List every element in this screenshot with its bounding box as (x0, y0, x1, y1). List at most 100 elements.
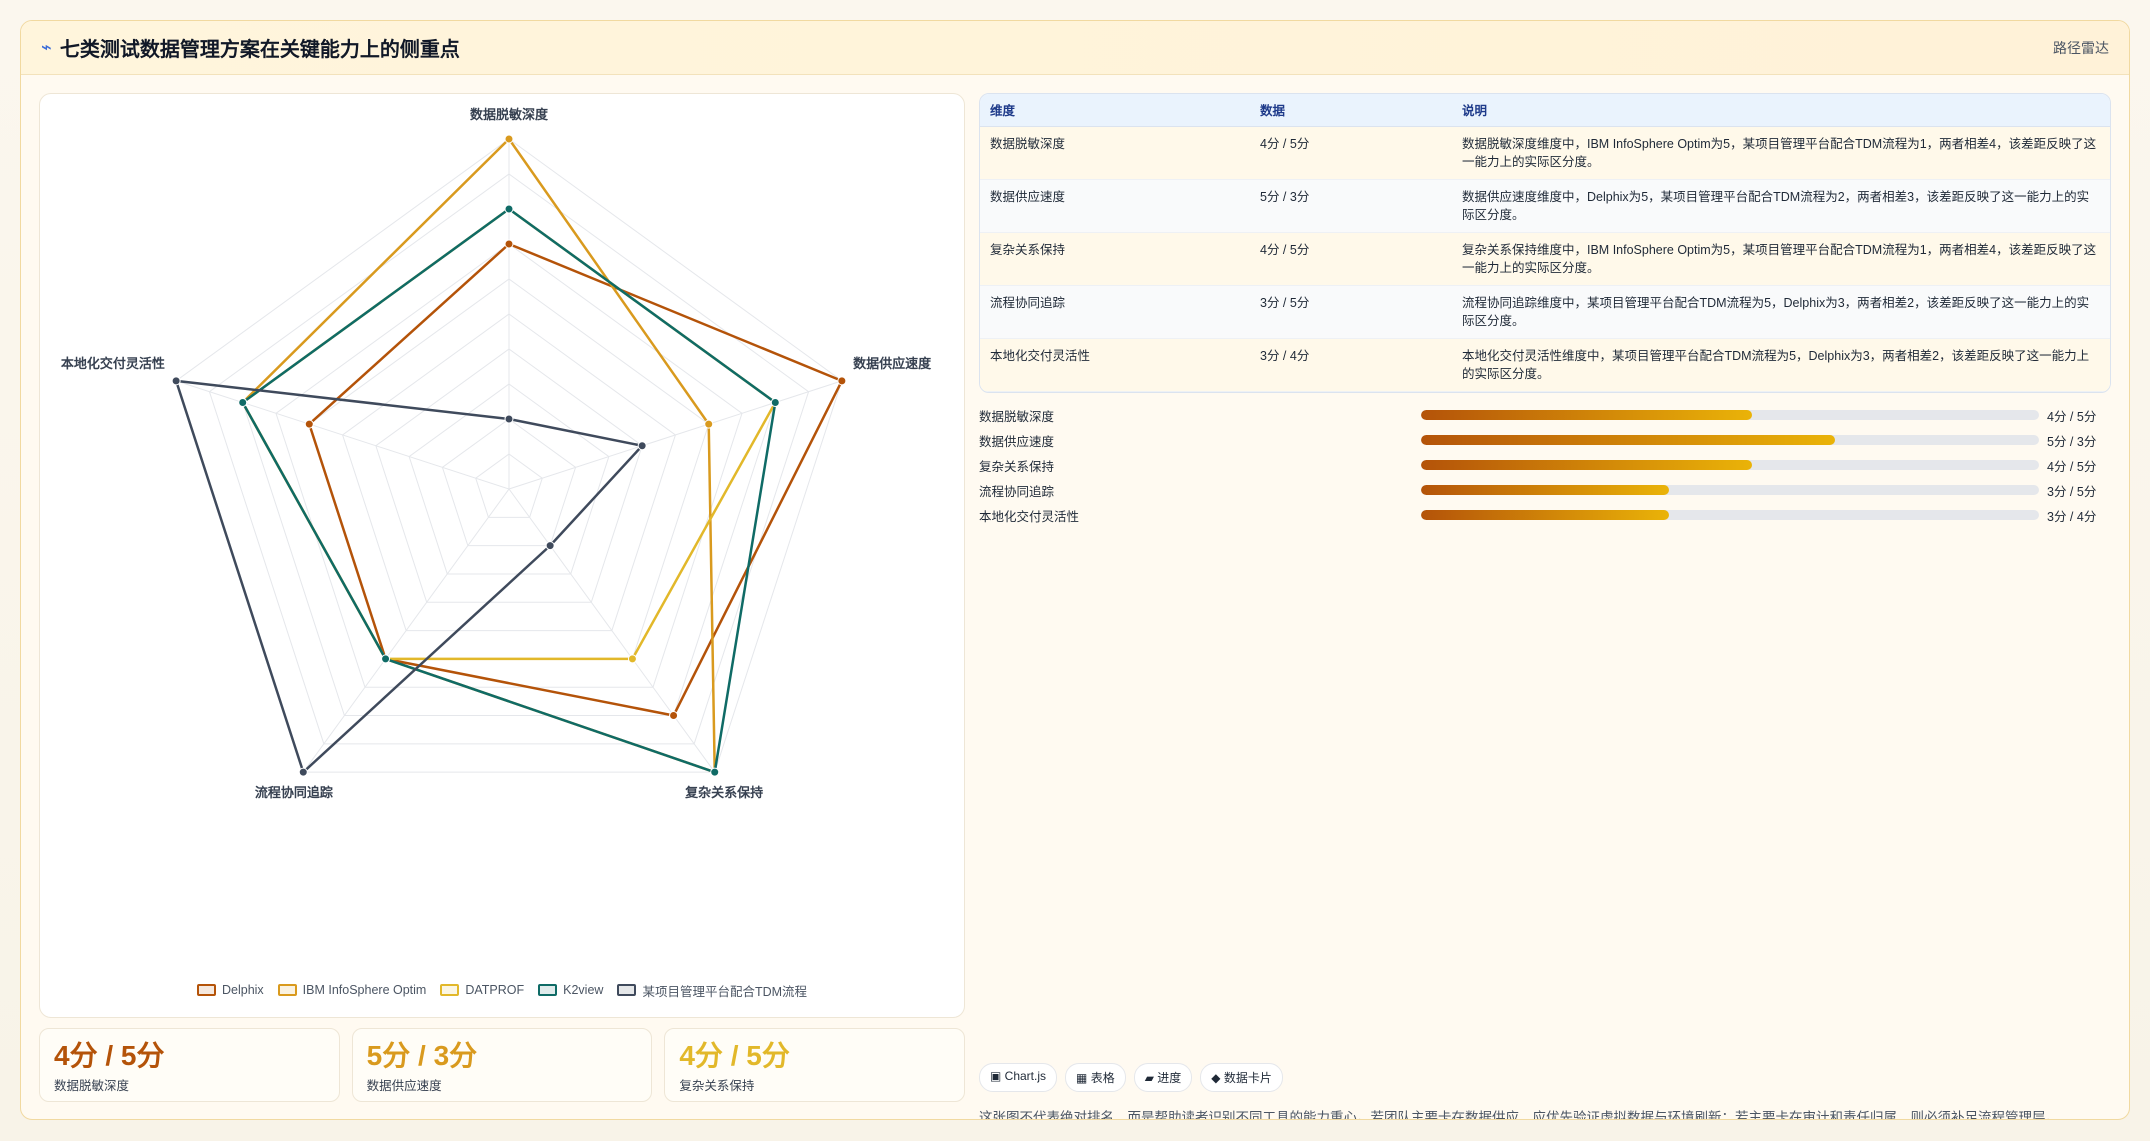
legend-item-0[interactable]: Delphix (196, 983, 264, 997)
chip-2[interactable]: ▰ 进度 (1133, 1063, 1193, 1092)
legend-swatch-2 (440, 984, 460, 996)
legend-label-3: K2view (563, 983, 604, 997)
chip-0[interactable]: ▣ Chart.js (979, 1063, 1058, 1092)
data-cards: 4分 / 5分 数据脱敏深度 5分 / 3分 数据供应速度 4分 / 5分 复杂关系保持 (39, 1028, 966, 1102)
progress-track (1421, 410, 2039, 420)
cell-data: 5分 / 3分 (1250, 179, 1452, 233)
series-point-2-2[interactable] (627, 654, 637, 664)
cell-dimension: 复杂关系保持 (980, 232, 1250, 286)
chip-label: Chart.js (1004, 1069, 1047, 1083)
series-point-4-3[interactable] (298, 767, 308, 777)
series-point-4-4[interactable] (171, 376, 181, 386)
cell-description: 流程协同追踪维度中，某项目管理平台配合TDM流程为5，Delphix为3，两者相… (1452, 285, 2110, 339)
series-point-0-2[interactable] (669, 711, 679, 721)
progress-row-4: 本地化交付灵活性 3分 / 4分 (979, 503, 2111, 528)
legend-item-2[interactable]: DATPROF (440, 983, 524, 997)
progress-label: 数据脱敏深度 (979, 409, 1055, 424)
axis-label-0: 数据脱敏深度 (470, 107, 549, 122)
radar-spoke (175, 380, 510, 490)
legend-item-1[interactable]: IBM InfoSphere Optim (277, 983, 427, 997)
radar-chart: 数据脱敏深度数据供应速度复杂关系保持 流程协同追踪 本地化交付灵活性 (61, 107, 932, 800)
table-header-row: 维度 数据 说明 (980, 94, 2110, 127)
data-table: 维度 数据 说明 数据脱敏深度 4分 / 5分 数据脱敏深度维度中，IBM Info… (979, 93, 2111, 393)
chip-3[interactable]: ◆ 数据卡片 (1200, 1063, 1283, 1092)
progress-value: 3分 / 4分 (2047, 509, 2097, 524)
series-point-0-0[interactable] (504, 239, 514, 249)
progress-fill (1421, 435, 1836, 445)
cell-data: 3分 / 4分 (1250, 338, 1452, 392)
legend-label-0: Delphix (221, 983, 264, 997)
radar-spoke (508, 380, 843, 490)
legend-item-3[interactable]: K2view (538, 983, 603, 997)
table-icon: ▦ (1076, 1071, 1091, 1085)
series-point-0-1[interactable] (837, 376, 847, 386)
chip-label: 进度 (1157, 1071, 1182, 1085)
progress-label: 流程协同追踪 (979, 484, 1055, 499)
table-header-data: 数据 (1250, 94, 1452, 127)
data-card-2: 4分 / 5分复杂关系保持 (664, 1028, 966, 1102)
legend-label-1: IBM InfoSphere Optim (302, 983, 427, 997)
series-point-3-2[interactable] (710, 767, 720, 777)
chip-label: 数据卡片 (1223, 1071, 1272, 1085)
page-title: 七类测试数据管理方案在关键能力上的侧重点 (59, 39, 460, 61)
progress-track (1421, 485, 2039, 495)
series-point-3-0[interactable] (504, 204, 514, 214)
progress-value: 3分 / 5分 (2047, 484, 2097, 499)
radar-chart-panel: 数据脱敏深度 数据供应速度 复杂关系保持 流程协同追踪 本地化交付灵活性 Delphix… (39, 93, 965, 1018)
series-point-3-1[interactable] (770, 397, 780, 407)
card-label: 数据脱敏深度 (54, 1079, 130, 1093)
data-card-1: 5分 / 3分 数据供应速度 (351, 1028, 653, 1102)
legend-swatch-3 (538, 984, 558, 996)
cell-description: 本地化交付灵活性维度中，某项目管理平台配合TDM流程为5，Delphix为3，两… (1452, 338, 2110, 392)
data-card-0: 4分 / 5分数据脱敏深度 (39, 1028, 340, 1102)
card-value: 4分 / 5分 (54, 1040, 165, 1071)
cell-data: 4分 / 5分 (1250, 232, 1452, 286)
axis-label-3: 流程协同追踪 (255, 785, 333, 800)
cell-dimension: 数据脱敏深度 (980, 126, 1250, 180)
series-point-1-1[interactable] (704, 419, 714, 429)
cell-dimension: 本地化交付灵活性 (980, 338, 1250, 392)
chart-legend: Delphix IBM InfoSphere Optim DATPROF K2view… (40, 980, 964, 1000)
table-row: 流程协同追踪 3分 / 5分 流程协同追踪维度中，某项目管理平台配合TDM流程为5，… (980, 285, 2110, 339)
progress-track (1421, 435, 2039, 445)
progress-row-1: 数据供应速度 5分 / 3分 (979, 428, 2111, 453)
card-value: 4分 / 5分 (679, 1040, 790, 1071)
series-point-3-4[interactable] (238, 397, 248, 407)
cell-description: 数据供应速度维度中，Delphix为5，某项目管理平台配合TDM流程为2，两者相… (1452, 179, 2110, 233)
cell-data: 4分 / 5分 (1250, 126, 1452, 180)
series-point-0-4[interactable] (304, 419, 314, 429)
chip-1[interactable]: ▦ 表格 (1065, 1063, 1126, 1092)
progress-track (1421, 460, 2039, 470)
cell-dimension: 数据供应速度 (980, 179, 1250, 233)
legend-item-4[interactable]: 某项目管理平台配合TDM流程 (617, 981, 807, 1000)
progress-fill (1421, 460, 1753, 470)
series-point-4-1[interactable] (637, 441, 647, 451)
series-point-3-3[interactable] (381, 654, 391, 664)
progress-row-2: 复杂关系保持 4分 / 5分 (979, 453, 2111, 478)
table-row: 数据供应速度 5分 / 3分 数据供应速度维度中，Delphix为5，某项目管理平台… (980, 179, 2110, 233)
progress-label: 复杂关系保持 (979, 459, 1055, 474)
main-frame: ⌁ 七类测试数据管理方案在关键能力上的侧重点 路径雷达 数据脱敏深度 数据供应速度… (20, 20, 2130, 1120)
series-point-4-2[interactable] (545, 541, 555, 551)
progress-fill (1421, 510, 1670, 520)
progress-row-0: 数据脱敏深度 4分 / 5分 (979, 403, 2111, 428)
progress-value: 4分 / 5分 (2047, 409, 2097, 424)
legend-swatch-0 (196, 984, 216, 996)
series-point-1-0[interactable] (504, 134, 514, 144)
cell-dimension: 流程协同追踪 (980, 285, 1250, 339)
progress-row-3: 流程协同追踪 3分 / 5分 (979, 478, 2111, 503)
legend-label-4: 某项目管理平台配合TDM流程 (642, 984, 808, 999)
table-row: 本地化交付灵活性 3分 / 4分 本地化交付灵活性维度中，某项目管理平台配合TDM流… (980, 338, 2110, 392)
progress-value: 4分 / 5分 (2047, 459, 2097, 474)
progress-fill (1421, 485, 1670, 495)
table-header-dimension: 维度 (980, 94, 1250, 127)
legend-swatch-4 (617, 984, 637, 996)
chip-label: 表格 (1090, 1071, 1115, 1085)
series-point-4-0[interactable] (504, 414, 514, 424)
table-row: 复杂关系保持 4分 / 5分 复杂关系保持维度中，IBM InfoSphere Op… (980, 232, 2110, 286)
right-panel: 维度 数据 说明 数据脱敏深度 4分 / 5分 数据脱敏深度维度中，IBM Info… (979, 93, 2111, 1119)
table-header-description: 说明 (1452, 94, 2110, 127)
card-label: 复杂关系保持 (679, 1079, 755, 1093)
progress-list: 数据脱敏深度 4分 / 5分 数据供应速度 5分 / 3分 复杂关系保持 4分 / 5分流… (979, 403, 2111, 528)
axis-label-1: 数据供应速度 (853, 356, 932, 371)
